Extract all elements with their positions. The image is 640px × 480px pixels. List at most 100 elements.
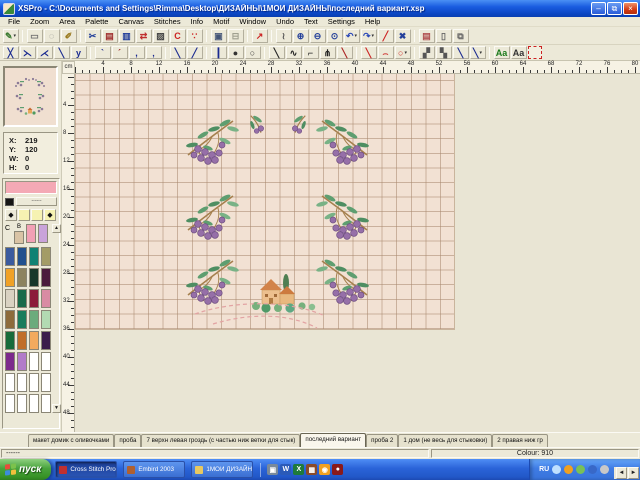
- palette-swatch[interactable]: [17, 268, 27, 287]
- palette-scroll-down-icon[interactable]: ▼: [52, 404, 61, 413]
- opera-icon[interactable]: ●: [332, 464, 343, 475]
- petite-stitch-a-button[interactable]: `: [95, 46, 111, 59]
- palette-swatch[interactable]: [5, 352, 15, 371]
- edit-pencil-button[interactable]: ✐: [61, 29, 77, 43]
- tab-scroll-right-icon[interactable]: ►: [628, 467, 639, 479]
- network-icon[interactable]: [588, 465, 597, 474]
- wave-stitch-button[interactable]: ∿: [286, 46, 302, 59]
- dropdown-arrow-icon[interactable]: ▾: [355, 33, 358, 39]
- cut-button[interactable]: ✂: [85, 29, 101, 43]
- palette-swatch[interactable]: [5, 310, 15, 329]
- dropdown-arrow-icon[interactable]: ▾: [404, 50, 407, 56]
- palette-column-c-label[interactable]: C: [5, 224, 12, 233]
- palette-swatch[interactable]: [17, 352, 27, 371]
- palette-swatch[interactable]: [17, 247, 27, 266]
- palette-swatch[interactable]: [5, 268, 15, 287]
- palette-swatch[interactable]: [41, 268, 51, 287]
- header-swatch[interactable]: [14, 231, 24, 244]
- qip-icon[interactable]: ◉: [319, 464, 330, 475]
- start-button[interactable]: пуск: [0, 459, 51, 480]
- chart-save-button[interactable]: ▤: [419, 29, 435, 43]
- thread-button[interactable]: ≀: [276, 29, 292, 43]
- arc-stitch-button[interactable]: ⌢: [378, 46, 394, 59]
- swap-button[interactable]: ⇄: [136, 29, 152, 43]
- screen-view-button[interactable]: ▣: [211, 29, 227, 43]
- red-backstitch-button[interactable]: ╲: [361, 46, 377, 59]
- backstitch-thin-button[interactable]: ╲▾: [470, 46, 486, 59]
- palette-swatch[interactable]: [29, 394, 39, 413]
- antivirus-icon[interactable]: [576, 465, 585, 474]
- half-cross-stitch-button[interactable]: ╲: [54, 46, 70, 59]
- pointer-arrow-button[interactable]: ↗: [252, 29, 268, 43]
- black-color-swatch[interactable]: [5, 198, 14, 206]
- menu-stitches[interactable]: Stitches: [149, 17, 186, 27]
- close-button[interactable]: ×: [623, 2, 638, 15]
- tab-6[interactable]: 1 дом (не весь для стыковки): [398, 434, 492, 447]
- tab-2[interactable]: проба: [114, 434, 141, 447]
- palette-swatch[interactable]: [41, 373, 51, 392]
- menu-undo[interactable]: Undo: [271, 17, 299, 27]
- pattern-canvas[interactable]: [75, 74, 455, 330]
- redo-button[interactable]: ↷▾: [361, 29, 377, 43]
- delete-cross-button[interactable]: ✖: [395, 29, 411, 43]
- palette-swatch[interactable]: [41, 394, 51, 413]
- tab-5[interactable]: проба 2: [366, 434, 398, 447]
- menu-motif[interactable]: Motif: [208, 17, 234, 27]
- taskbar-task-2[interactable]: Embird 2003: [123, 461, 185, 478]
- dropdown-arrow-icon[interactable]: ▾: [14, 33, 17, 39]
- palette-swatch[interactable]: [17, 394, 27, 413]
- draw-pencil-button[interactable]: ✎▾: [3, 29, 19, 43]
- palette-swatch[interactable]: [41, 310, 51, 329]
- menu-window[interactable]: Window: [234, 17, 271, 27]
- current-color-swatch[interactable]: [5, 181, 57, 194]
- palette-swatch[interactable]: [41, 352, 51, 371]
- rotate-button[interactable]: C: [170, 29, 186, 43]
- backstitch-thick-button[interactable]: ╲: [453, 46, 469, 59]
- selection-dashed-button[interactable]: [528, 46, 542, 59]
- palette-swatch[interactable]: [41, 247, 51, 266]
- stamp-button[interactable]: ▨: [153, 29, 169, 43]
- zoom-out-button[interactable]: ⊖: [310, 29, 326, 43]
- paint-icon[interactable]: ▦: [306, 464, 317, 475]
- tab-7[interactable]: 2 правая ниж гр: [492, 434, 548, 447]
- palette-swatch[interactable]: [29, 310, 39, 329]
- tab-3[interactable]: 7 верхн левая гроздь (с частью ниж ветки…: [141, 434, 300, 447]
- copy-button[interactable]: ▤: [102, 29, 118, 43]
- messenger-icon[interactable]: [564, 465, 573, 474]
- palette-symbol-button[interactable]: [31, 209, 43, 221]
- vertical-stitch-button[interactable]: ┃: [211, 46, 227, 59]
- word-icon[interactable]: W: [280, 464, 291, 475]
- chart-new-button[interactable]: ▯: [436, 29, 452, 43]
- tab-scroll-left-icon[interactable]: ◄: [616, 467, 627, 479]
- header-swatch[interactable]: [26, 224, 36, 243]
- dropdown-arrow-icon[interactable]: ▾: [479, 50, 482, 56]
- full-cross-stitch-button[interactable]: ╳: [3, 46, 19, 59]
- quarter-stitch-button[interactable]: y: [71, 46, 87, 59]
- palette-swatch[interactable]: [41, 289, 51, 308]
- minimize-button[interactable]: –: [591, 2, 606, 15]
- palette-swatch[interactable]: [29, 352, 39, 371]
- paste-button[interactable]: ▥: [119, 29, 135, 43]
- hook-stitch-button[interactable]: ⌐: [303, 46, 319, 59]
- design-preview[interactable]: [3, 66, 58, 127]
- petite-stitch-b-button[interactable]: ´: [112, 46, 128, 59]
- taskbar-task-3[interactable]: 1МОИ ДИЗАЙНЫ: [191, 461, 253, 478]
- menu-file[interactable]: File: [3, 17, 25, 27]
- palette-swatch[interactable]: [17, 289, 27, 308]
- taskbar-task-1[interactable]: Cross Stitch Pro...: [55, 461, 117, 478]
- select-rectangle-button[interactable]: ▭: [27, 29, 43, 43]
- text-tool-button[interactable]: Aa: [511, 46, 527, 59]
- menu-text[interactable]: Text: [299, 17, 323, 27]
- flip-button[interactable]: ∵: [187, 29, 203, 43]
- palette-symbol-button[interactable]: ◆: [5, 209, 17, 221]
- tab-4[interactable]: последний вариант: [300, 433, 366, 447]
- backstitch-down-button[interactable]: ╲: [170, 46, 186, 59]
- petite-stitch-c-button[interactable]: ,: [129, 46, 145, 59]
- undo-button[interactable]: ↶▾: [344, 29, 360, 43]
- palette-swatch[interactable]: [5, 373, 15, 392]
- zoom-in-button[interactable]: ⊕: [293, 29, 309, 43]
- text-tool-color-button[interactable]: Aa: [494, 46, 510, 59]
- zoom-actual-button[interactable]: ⊙: [327, 29, 343, 43]
- petite-stitch-d-button[interactable]: ‚: [146, 46, 162, 59]
- palette-swatch[interactable]: [41, 331, 51, 350]
